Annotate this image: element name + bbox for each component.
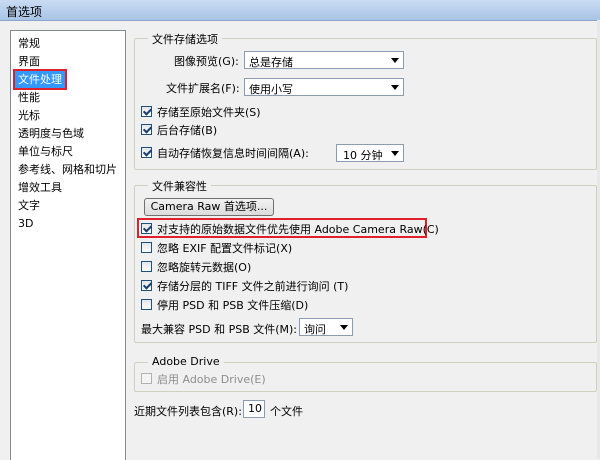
extension-label: 文件扩展名(F): xyxy=(166,82,240,95)
enable-drive-label: 启用 Adobe Drive(E) xyxy=(157,373,266,386)
window-title: 首选项 xyxy=(6,5,43,19)
sidebar-item-file-handling[interactable]: 文件处理 xyxy=(13,69,67,90)
auto-save-label: 自动存储恢复信息时间间隔(A): xyxy=(157,147,309,160)
chevron-down-icon xyxy=(391,85,399,90)
sidebar: 常规 界面 文件处理 性能 光标 透明度与色域 单位与标尺 参考线、网格和切片 … xyxy=(10,30,126,460)
ignore-rotation-checkbox[interactable] xyxy=(141,261,152,272)
auto-save-interval-select[interactable]: 10 分钟 xyxy=(336,144,404,162)
sidebar-item-performance[interactable]: 性能 xyxy=(15,89,43,106)
disable-psd-compress-checkbox[interactable] xyxy=(141,299,152,310)
adobe-drive-legend: Adobe Drive xyxy=(148,355,224,368)
chevron-down-icon xyxy=(340,325,348,330)
recent-files-input[interactable]: 10 xyxy=(243,400,265,418)
ignore-exif-checkbox[interactable] xyxy=(141,242,152,253)
image-preview-label: 图像预览(G): xyxy=(174,55,239,68)
save-in-original-checkbox[interactable] xyxy=(141,106,152,117)
max-compat-value: 询问 xyxy=(304,323,326,336)
sidebar-item-plugins[interactable]: 增效工具 xyxy=(15,179,65,196)
enable-drive-checkbox[interactable] xyxy=(141,373,152,384)
image-preview-select[interactable]: 总是存储 xyxy=(244,51,404,69)
title-bar: 首选项 xyxy=(0,0,600,21)
max-compat-select[interactable]: 询问 xyxy=(299,318,353,336)
ignore-rotation-label: 忽略旋转元数据(O) xyxy=(157,261,252,274)
prefer-camera-raw-checkbox[interactable] xyxy=(141,223,152,234)
file-save-legend: 文件存储选项 xyxy=(148,31,222,47)
extension-select[interactable]: 使用小写 xyxy=(244,78,404,96)
sidebar-item-3d[interactable]: 3D xyxy=(15,215,36,232)
sidebar-item-guides-grid[interactable]: 参考线、网格和切片 xyxy=(15,161,120,178)
recent-files-label: 近期文件列表包含(R): xyxy=(134,405,242,418)
recent-files-suffix: 个文件 xyxy=(270,405,303,418)
enable-drive-row[interactable]: 启用 Adobe Drive(E) xyxy=(141,371,341,387)
background-save-checkbox[interactable] xyxy=(141,124,152,135)
sidebar-item-units-rulers[interactable]: 单位与标尺 xyxy=(15,143,76,160)
auto-save-interval-value: 10 分钟 xyxy=(343,149,383,162)
sidebar-item-general[interactable]: 常规 xyxy=(15,35,43,52)
background-save-row[interactable]: 后台存储(B) xyxy=(141,122,441,138)
sidebar-item-interface[interactable]: 界面 xyxy=(15,53,43,70)
ignore-rotation-row[interactable]: 忽略旋转元数据(O) xyxy=(141,259,341,275)
chevron-down-icon xyxy=(391,151,399,156)
background-save-label: 后台存储(B) xyxy=(157,124,218,137)
save-in-original-label: 存储至原始文件夹(S) xyxy=(157,106,261,119)
sidebar-item-transparency[interactable]: 透明度与色域 xyxy=(15,125,87,142)
camera-raw-prefs-button[interactable]: Camera Raw 首选项... xyxy=(144,198,274,216)
auto-save-row[interactable]: 自动存储恢复信息时间间隔(A): xyxy=(141,145,341,161)
prefer-camera-raw-row[interactable]: 对支持的原始数据文件优先使用 Adobe Camera Raw(C) xyxy=(141,221,439,237)
save-in-original-row[interactable]: 存储至原始文件夹(S) xyxy=(141,104,441,120)
ignore-exif-row[interactable]: 忽略 EXIF 配置文件标记(X) xyxy=(141,240,341,256)
chevron-down-icon xyxy=(391,58,399,63)
extension-value: 使用小写 xyxy=(249,83,293,96)
ask-tiff-label: 存储分层的 TIFF 文件之前进行询问 (T) xyxy=(157,280,349,293)
max-compat-label: 最大兼容 PSD 和 PSB 文件(M): xyxy=(141,323,298,336)
disable-psd-compress-row[interactable]: 停用 PSD 和 PSB 文件压缩(D) xyxy=(141,297,341,313)
disable-psd-compress-label: 停用 PSD 和 PSB 文件压缩(D) xyxy=(157,299,309,312)
sidebar-item-cursors[interactable]: 光标 xyxy=(15,107,43,124)
image-preview-value: 总是存储 xyxy=(249,56,293,69)
prefer-camera-raw-label: 对支持的原始数据文件优先使用 Adobe Camera Raw(C) xyxy=(157,223,439,236)
ask-tiff-row[interactable]: 存储分层的 TIFF 文件之前进行询问 (T) xyxy=(141,278,401,294)
ignore-exif-label: 忽略 EXIF 配置文件标记(X) xyxy=(157,242,293,255)
auto-save-checkbox[interactable] xyxy=(141,147,152,158)
sidebar-item-type[interactable]: 文字 xyxy=(15,197,43,214)
file-compat-legend: 文件兼容性 xyxy=(148,178,211,194)
ask-tiff-checkbox[interactable] xyxy=(141,280,152,291)
